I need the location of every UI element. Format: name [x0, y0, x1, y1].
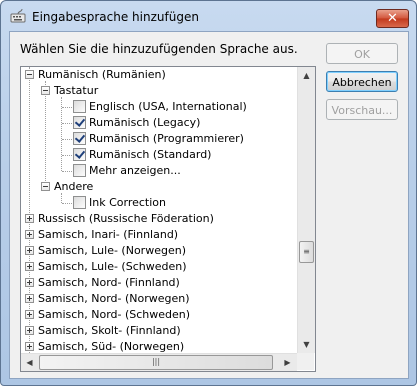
tree-item-keyboard[interactable]: Rumänisch (Programmierer) [21, 131, 291, 147]
tree-item-label: Rumänisch (Standard) [89, 148, 212, 161]
checkbox[interactable] [73, 164, 86, 177]
tree-item-label: Rumänisch (Rumänien) [38, 68, 166, 81]
expand-icon[interactable] [25, 262, 34, 271]
collapse-icon[interactable] [41, 86, 50, 95]
tree-item-language[interactable]: Samisch, Nord- (Norwegen) [21, 291, 291, 307]
tree-item-label: Tastatur [54, 84, 99, 97]
tree-item-label: Rumänisch (Programmierer) [89, 132, 244, 145]
tree-item-language[interactable]: Samisch, Lule- (Schweden) [21, 259, 291, 275]
tree-item-label: Rumänisch (Legacy) [89, 116, 201, 129]
tree-item-language[interactable]: Samisch, Nord- (Schweden) [21, 307, 291, 323]
tree-item-root[interactable]: Rumänisch (Rumänien) [21, 67, 291, 83]
scroll-right-icon[interactable]: ▶ [279, 354, 296, 371]
instruction-text: Wählen Sie die hinzuzufügenden Sprache a… [20, 42, 298, 56]
cancel-button[interactable]: Abbrechen [326, 71, 398, 92]
tree-item-label: Samisch, Inari- (Finnland) [38, 228, 179, 241]
tree-item-label: Andere [54, 180, 94, 193]
tree-item-show-more[interactable]: Mehr anzeigen... [21, 163, 291, 179]
language-tree[interactable]: Rumänisch (Rumänien) Tastatur Englisch (… [20, 66, 316, 372]
close-button[interactable]: ✕ [376, 9, 409, 28]
expand-icon[interactable] [25, 326, 34, 335]
tree-item-label: Russisch (Russische Föderation) [38, 212, 214, 225]
window-title: Eingabesprache hinzufügen [32, 10, 199, 24]
tree-item-keyboard[interactable]: Rumänisch (Legacy) [21, 115, 291, 131]
tree-item-language[interactable]: Russisch (Russische Föderation) [21, 211, 291, 227]
vertical-scrollbar[interactable]: ▲ ≡ ▼ [297, 67, 315, 353]
tree-item-label: Samisch, Nord- (Schweden) [38, 308, 191, 321]
checkbox[interactable] [73, 132, 86, 145]
collapse-icon[interactable] [25, 70, 34, 79]
tree-item-other[interactable]: Ink Correction [21, 195, 291, 211]
horizontal-scroll-thumb[interactable]: ||| [39, 355, 273, 370]
tree-item-label: Englisch (USA, International) [89, 100, 247, 113]
grip-icon: ||| [151, 357, 161, 366]
expand-icon[interactable] [25, 214, 34, 223]
tree-item-label: Samisch, Nord- (Finnland) [38, 276, 180, 289]
tree-item-label: Samisch, Lule- (Schweden) [38, 260, 187, 273]
tree-item-language[interactable]: Samisch, Skolt- (Finnland) [21, 323, 291, 339]
expand-icon[interactable] [25, 246, 34, 255]
tree-item-keyboard[interactable]: Rumänisch (Standard) [21, 147, 291, 163]
scroll-left-icon[interactable]: ◀ [21, 354, 38, 371]
add-input-language-dialog: Eingabesprache hinzufügen ✕ Wählen Sie d… [0, 0, 417, 386]
close-icon: ✕ [387, 11, 398, 26]
tree-item-label: Ink Correction [89, 196, 166, 209]
tree-item-keyboard[interactable]: Englisch (USA, International) [21, 99, 291, 115]
keyboard-icon [10, 9, 26, 23]
tree-item-label: Mehr anzeigen... [89, 164, 181, 177]
vertical-scroll-thumb[interactable]: ≡ [299, 241, 314, 263]
expand-icon[interactable] [25, 342, 34, 351]
checkbox[interactable] [73, 148, 86, 161]
tree-item-label: Samisch, Skolt- (Finnland) [38, 324, 181, 337]
scrollbar-corner [297, 353, 314, 370]
tree-item-language[interactable]: Samisch, Nord- (Finnland) [21, 275, 291, 291]
ok-button[interactable]: OK [326, 43, 398, 64]
checkbox[interactable] [73, 100, 86, 113]
tree-item-language[interactable]: Samisch, Lule- (Norwegen) [21, 243, 291, 259]
collapse-icon[interactable] [41, 182, 50, 191]
tree-item-other-group[interactable]: Andere [21, 179, 291, 195]
expand-icon[interactable] [25, 294, 34, 303]
expand-icon[interactable] [25, 310, 34, 319]
tree-item-label: Samisch, Lule- (Norwegen) [38, 244, 186, 257]
tree-item-language[interactable]: Samisch, Inari- (Finnland) [21, 227, 291, 243]
grip-icon: ≡ [303, 247, 310, 256]
tree-item-label: Samisch, Nord- (Norwegen) [38, 292, 190, 305]
scroll-up-icon[interactable]: ▲ [298, 67, 315, 84]
checkbox[interactable] [73, 116, 86, 129]
horizontal-scrollbar[interactable]: ◀ ||| ▶ [21, 353, 297, 371]
tree-item-keyboard-group[interactable]: Tastatur [21, 83, 291, 99]
scroll-down-icon[interactable]: ▼ [298, 336, 315, 353]
preview-button[interactable]: Vorschau... [326, 99, 398, 120]
dialog-content: Wählen Sie die hinzuzufügenden Sprache a… [9, 31, 409, 379]
expand-icon[interactable] [25, 230, 34, 239]
expand-icon[interactable] [25, 278, 34, 287]
title-bar: Eingabesprache hinzufügen ✕ [1, 1, 416, 31]
checkbox[interactable] [73, 196, 86, 209]
